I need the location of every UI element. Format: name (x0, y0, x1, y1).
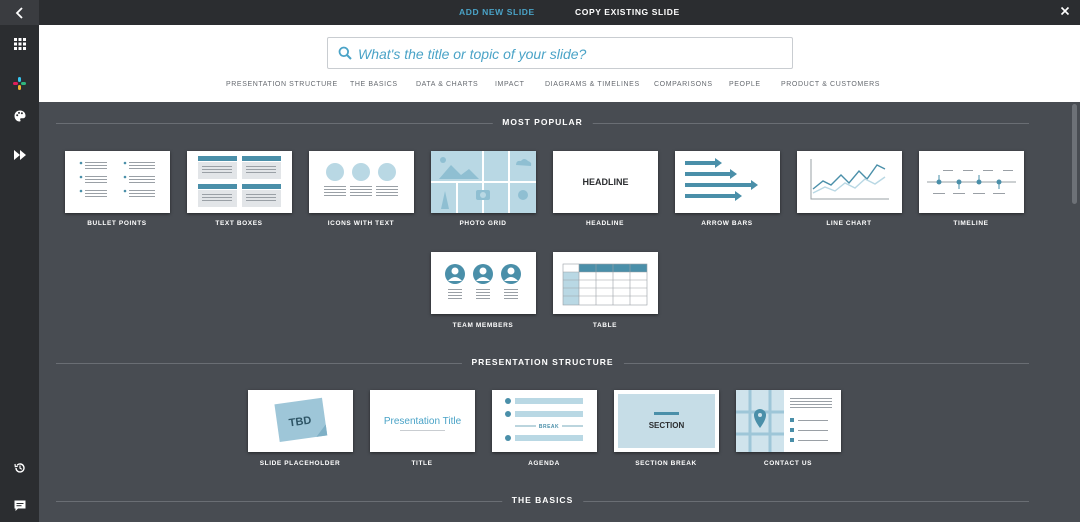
thumb-label: BULLET POINTS (87, 220, 147, 227)
tab-copy-existing-slide[interactable]: COPY EXISTING SLIDE (575, 7, 680, 17)
headline-preview: HEADLINE (582, 177, 628, 187)
search-box (327, 37, 793, 69)
history-button[interactable] (0, 453, 39, 483)
integrations-button[interactable] (0, 68, 39, 98)
present-button[interactable] (0, 140, 39, 170)
category-presentation-structure[interactable]: PRESENTATION STRUCTURE (226, 81, 338, 88)
thumb-label: ARROW BARS (701, 220, 753, 227)
tab-add-new-slide[interactable]: ADD NEW SLIDE (459, 7, 535, 17)
photo-grid-preview (431, 151, 536, 213)
thumb-label: SECTION BREAK (635, 460, 697, 467)
thumb-label: LINE CHART (826, 220, 872, 227)
thumb-label: HEADLINE (585, 220, 625, 227)
thumb-title[interactable]: Presentation Title (370, 390, 475, 452)
table-preview (562, 263, 648, 306)
category-product-customers[interactable]: PRODUCT & CUSTOMERS (781, 81, 880, 88)
scrollbar-thumb[interactable] (1072, 104, 1077, 204)
thumb-label: TIMELINE (953, 220, 989, 227)
section-most-popular: MOST POPULAR (56, 117, 1029, 129)
comments-button[interactable] (0, 491, 39, 521)
section-break-preview: SECTION (618, 394, 715, 448)
thumb-table[interactable] (553, 252, 658, 314)
break-text: BREAK (539, 424, 559, 430)
category-comparisons[interactable]: COMPARISONS (654, 81, 713, 88)
thumb-team-members[interactable] (431, 252, 536, 314)
thumb-contact-us[interactable] (736, 390, 841, 452)
section-title: PRESENTATION STRUCTURE (461, 357, 624, 367)
category-impact[interactable]: IMPACT (495, 81, 525, 88)
thumb-label: TABLE (592, 322, 618, 329)
section-the-basics: THE BASICS (56, 495, 1029, 507)
section-text: SECTION (649, 421, 685, 430)
thumb-slide-placeholder[interactable]: TBD (248, 390, 353, 452)
fast-forward-icon (13, 150, 26, 160)
presentation-title-text: Presentation Title (384, 416, 462, 427)
thumb-text-boxes[interactable] (187, 151, 292, 213)
thumb-section-break[interactable]: SECTION (614, 390, 719, 452)
thumb-label: TEAM MEMBERS (452, 322, 514, 329)
top-bar: ADD NEW SLIDE COPY EXISTING SLIDE (39, 0, 1080, 25)
history-icon (13, 463, 25, 473)
agenda-preview: BREAK (505, 398, 583, 441)
search-icon (338, 46, 352, 60)
category-diagrams-timelines[interactable]: DIAGRAMS & TIMELINES (545, 81, 640, 88)
section-title: MOST POPULAR (492, 117, 593, 127)
thumb-bullet-points[interactable] (65, 151, 170, 213)
thumb-headline[interactable]: HEADLINE (553, 151, 658, 213)
icons-with-text-preview (324, 163, 398, 196)
timeline-preview (927, 170, 1016, 194)
grid-icon (13, 38, 26, 50)
line-chart-preview (810, 159, 889, 200)
search-input[interactable] (358, 42, 778, 66)
thumb-label: TEXT BOXES (215, 220, 263, 227)
section-presentation-structure: PRESENTATION STRUCTURE (56, 357, 1029, 369)
category-the-basics[interactable]: THE BASICS (350, 81, 398, 88)
thumb-label: TITLE (411, 460, 433, 467)
chevron-left-icon (15, 6, 23, 19)
comment-icon (14, 500, 25, 511)
contact-us-preview (736, 390, 832, 452)
thumb-photo-grid[interactable] (431, 151, 536, 213)
thumb-arrow-bars[interactable] (675, 151, 780, 213)
team-members-preview (445, 264, 521, 299)
thumb-agenda[interactable]: BREAK (492, 390, 597, 452)
close-icon[interactable] (1058, 4, 1072, 18)
headline-text: HEADLINE (582, 177, 628, 187)
title-preview: Presentation Title (384, 416, 462, 431)
palette-icon (14, 110, 25, 122)
bullet-points-preview (79, 161, 155, 197)
thumb-label: ICONS WITH TEXT (327, 220, 395, 227)
search-header: PRESENTATION STRUCTURE THE BASICS DATA &… (39, 25, 1080, 102)
section-title: THE BASICS (501, 495, 584, 505)
thumb-icons-with-text[interactable] (309, 151, 414, 213)
category-data-charts[interactable]: DATA & CHARTS (416, 81, 478, 88)
slide-placeholder-preview: TBD (274, 397, 328, 443)
arrow-bars-preview (685, 158, 758, 201)
thumb-label: PHOTO GRID (459, 220, 507, 227)
thumb-label: CONTACT US (763, 460, 813, 467)
left-rail (0, 0, 39, 522)
thumb-timeline[interactable] (919, 151, 1024, 213)
thumb-label: AGENDA (528, 460, 560, 467)
slides-grid-button[interactable] (0, 29, 39, 59)
back-button[interactable] (0, 0, 39, 25)
slack-like-icon (13, 76, 26, 90)
theme-button[interactable] (0, 101, 39, 131)
text-boxes-preview (198, 156, 281, 207)
thumb-label: SLIDE PLACEHOLDER (259, 460, 341, 467)
category-nav: PRESENTATION STRUCTURE THE BASICS DATA &… (39, 81, 1080, 93)
thumb-line-chart[interactable] (797, 151, 902, 213)
category-people[interactable]: PEOPLE (729, 81, 761, 88)
